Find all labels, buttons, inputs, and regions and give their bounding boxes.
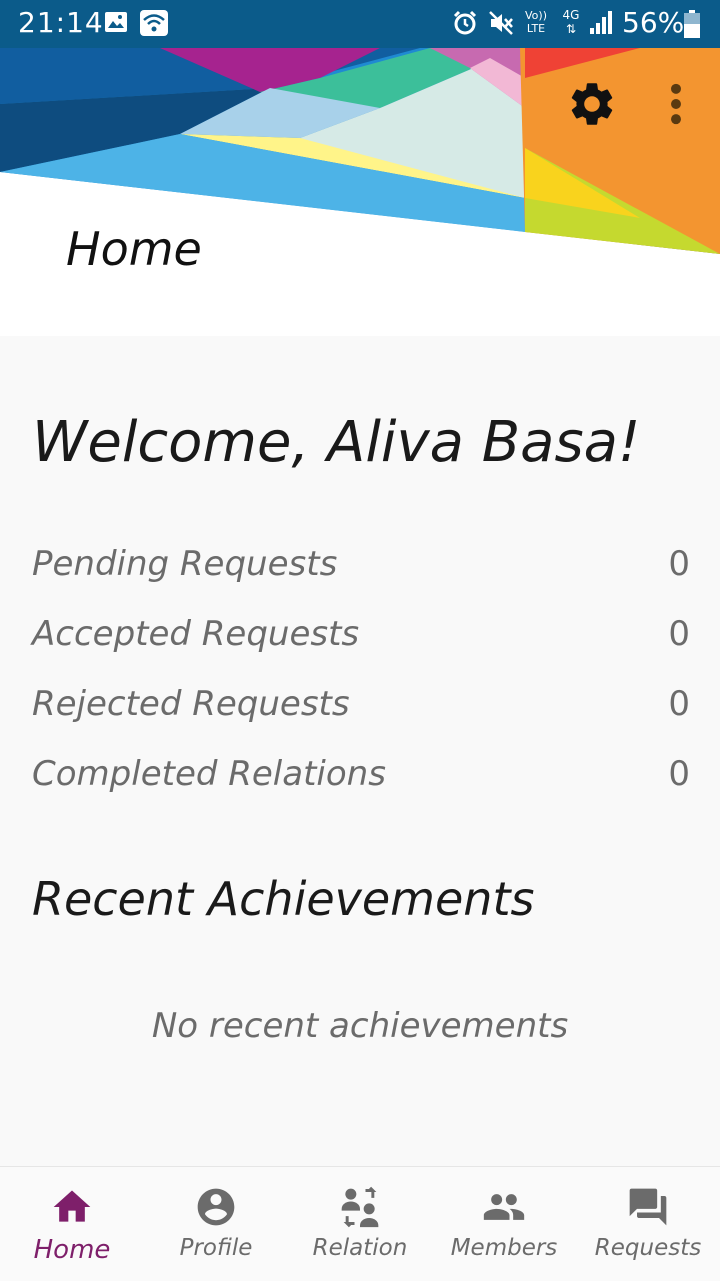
stat-value: 0 [668,754,690,794]
gear-icon[interactable] [566,78,618,130]
wifi-icon [140,10,168,36]
relation-icon [341,1186,379,1228]
stat-label: Rejected Requests [32,684,350,724]
stat-value: 0 [668,684,690,724]
battery-icon [684,10,700,38]
nav-item-members[interactable]: Members [432,1167,576,1281]
stat-row-pending: Pending Requests 0 [32,544,690,594]
image-icon [105,12,127,32]
bottom-navigation: Home Profile Relation Members Requests [0,1166,720,1281]
app-header: Home [0,48,720,336]
more-vert-icon[interactable] [660,78,692,130]
nav-item-home[interactable]: Home [0,1167,144,1281]
members-icon [483,1194,525,1220]
nav-label-relation: Relation [312,1235,408,1261]
home-icon [53,1190,91,1222]
status-time: 21:14 [18,6,104,39]
stat-value: 0 [668,544,690,584]
nav-label-requests: Requests [594,1235,702,1261]
account-circle-icon [197,1188,235,1226]
nav-item-profile[interactable]: Profile [144,1167,288,1281]
nav-label-home: Home [33,1235,111,1265]
nav-item-requests[interactable]: Requests [576,1167,720,1281]
alarm-icon [453,10,477,35]
welcome-heading: Welcome, Aliva Basa! [32,410,641,475]
stat-label: Completed Relations [32,754,386,794]
nav-label-profile: Profile [179,1235,253,1261]
4g-icon: 4G ⇅ [562,8,580,36]
4g-label: 4G [562,8,580,22]
volte-icon: Vo)) LTE [525,9,547,35]
stat-row-accepted: Accepted Requests 0 [32,614,690,664]
achievements-empty-message: No recent achievements [151,1006,569,1046]
nav-item-relation[interactable]: Relation [288,1167,432,1281]
status-bar: 21:14 Vo)) LTE 4G ⇅ 56% [0,0,720,48]
nav-label-members: Members [450,1235,558,1261]
stat-label: Pending Requests [32,544,338,584]
achievements-heading: Recent Achievements [32,872,535,926]
stat-label: Accepted Requests [32,614,360,654]
stat-row-completed: Completed Relations 0 [32,754,690,804]
mute-icon [489,11,513,35]
stat-row-rejected: Rejected Requests 0 [32,684,690,734]
forum-icon [629,1188,667,1226]
stat-value: 0 [668,614,690,654]
battery-percentage: 56% [622,6,685,39]
signal-icon [590,11,612,34]
page-title: Home [66,222,202,276]
